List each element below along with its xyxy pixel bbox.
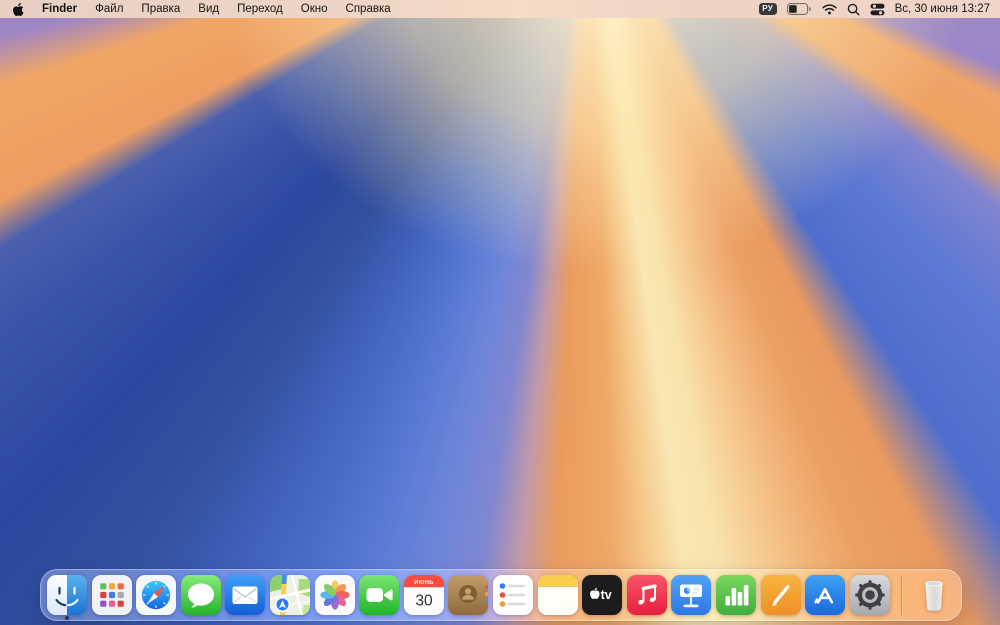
app-store-icon — [805, 575, 845, 615]
running-indicator — [65, 616, 69, 620]
dock-icon-music[interactable] — [627, 575, 667, 615]
dock-icon-system-settings[interactable] — [850, 575, 890, 615]
battery-icon[interactable] — [787, 3, 812, 15]
numbers-icon — [716, 575, 756, 615]
apple-logo-icon — [12, 2, 24, 17]
dock-icon-tv[interactable]: tv — [582, 575, 622, 615]
wifi-icon[interactable] — [822, 3, 837, 15]
mail-icon — [225, 575, 265, 615]
dock-icon-notes[interactable] — [538, 575, 578, 615]
menu-item-file[interactable]: Файл — [86, 0, 132, 18]
pages-icon — [761, 575, 801, 615]
dock-icon-finder[interactable] — [47, 575, 87, 615]
menu-item-edit[interactable]: Правка — [132, 0, 189, 18]
facetime-icon — [359, 575, 399, 615]
menu-bar-left: Finder Файл Правка Вид Переход Окно Спра… — [12, 0, 400, 18]
safari-icon — [136, 575, 176, 615]
apple-tv-icon: tv — [582, 575, 622, 615]
input-source-badge[interactable]: РУ — [759, 3, 777, 15]
dock-icon-facetime[interactable] — [359, 575, 399, 615]
notes-icon — [538, 575, 578, 615]
dock-divider — [901, 575, 902, 615]
photos-icon — [315, 575, 355, 615]
menu-item-window[interactable]: Окно — [292, 0, 337, 18]
dock-icon-contacts[interactable] — [448, 575, 488, 615]
messages-icon — [181, 575, 221, 615]
calendar-month-label: ИЮНЬ — [414, 580, 433, 586]
apple-menu[interactable] — [12, 2, 33, 17]
launchpad-icon — [92, 575, 132, 615]
system-settings-icon — [850, 575, 890, 615]
tv-label: tv — [601, 588, 612, 602]
spotlight-search-icon[interactable] — [847, 3, 860, 16]
menubar-clock[interactable]: Вс, 30 июня 13:27 — [895, 3, 990, 15]
desktop: Finder Файл Правка Вид Переход Окно Спра… — [0, 0, 1000, 625]
trash-icon — [914, 575, 954, 615]
finder-icon — [47, 575, 87, 615]
menu-item-finder[interactable]: Finder — [33, 0, 86, 18]
dock-icon-photos[interactable] — [315, 575, 355, 615]
dock-icon-mail[interactable] — [225, 575, 265, 615]
dock: ИЮНЬ 30 — [40, 569, 962, 621]
calendar-day-label: 30 — [415, 593, 433, 610]
dock-icon-numbers[interactable] — [716, 575, 756, 615]
control-center-icon[interactable] — [870, 3, 885, 16]
dock-icon-launchpad[interactable] — [92, 575, 132, 615]
desktop-wallpaper — [0, 0, 1000, 625]
dock-icon-reminders[interactable] — [493, 575, 533, 615]
menu-item-help[interactable]: Справка — [337, 0, 400, 18]
music-icon — [627, 575, 667, 615]
menu-item-go[interactable]: Переход — [228, 0, 292, 18]
dock-icon-maps[interactable] — [270, 575, 310, 615]
dock-icon-messages[interactable] — [181, 575, 221, 615]
calendar-icon: ИЮНЬ 30 — [404, 575, 444, 615]
contacts-icon — [448, 575, 488, 615]
dock-icon-keynote[interactable] — [671, 575, 711, 615]
menu-bar: Finder Файл Правка Вид Переход Окно Спра… — [0, 0, 1000, 18]
dock-icon-trash[interactable] — [914, 575, 954, 615]
dock-icon-safari[interactable] — [136, 575, 176, 615]
keynote-icon — [671, 575, 711, 615]
maps-icon — [270, 575, 310, 615]
dock-icon-app-store[interactable] — [805, 575, 845, 615]
dock-icon-pages[interactable] — [761, 575, 801, 615]
menu-item-view[interactable]: Вид — [189, 0, 228, 18]
menu-bar-status: РУ — [759, 0, 990, 18]
dock-icon-calendar[interactable]: ИЮНЬ 30 — [404, 575, 444, 615]
reminders-icon — [493, 575, 533, 615]
